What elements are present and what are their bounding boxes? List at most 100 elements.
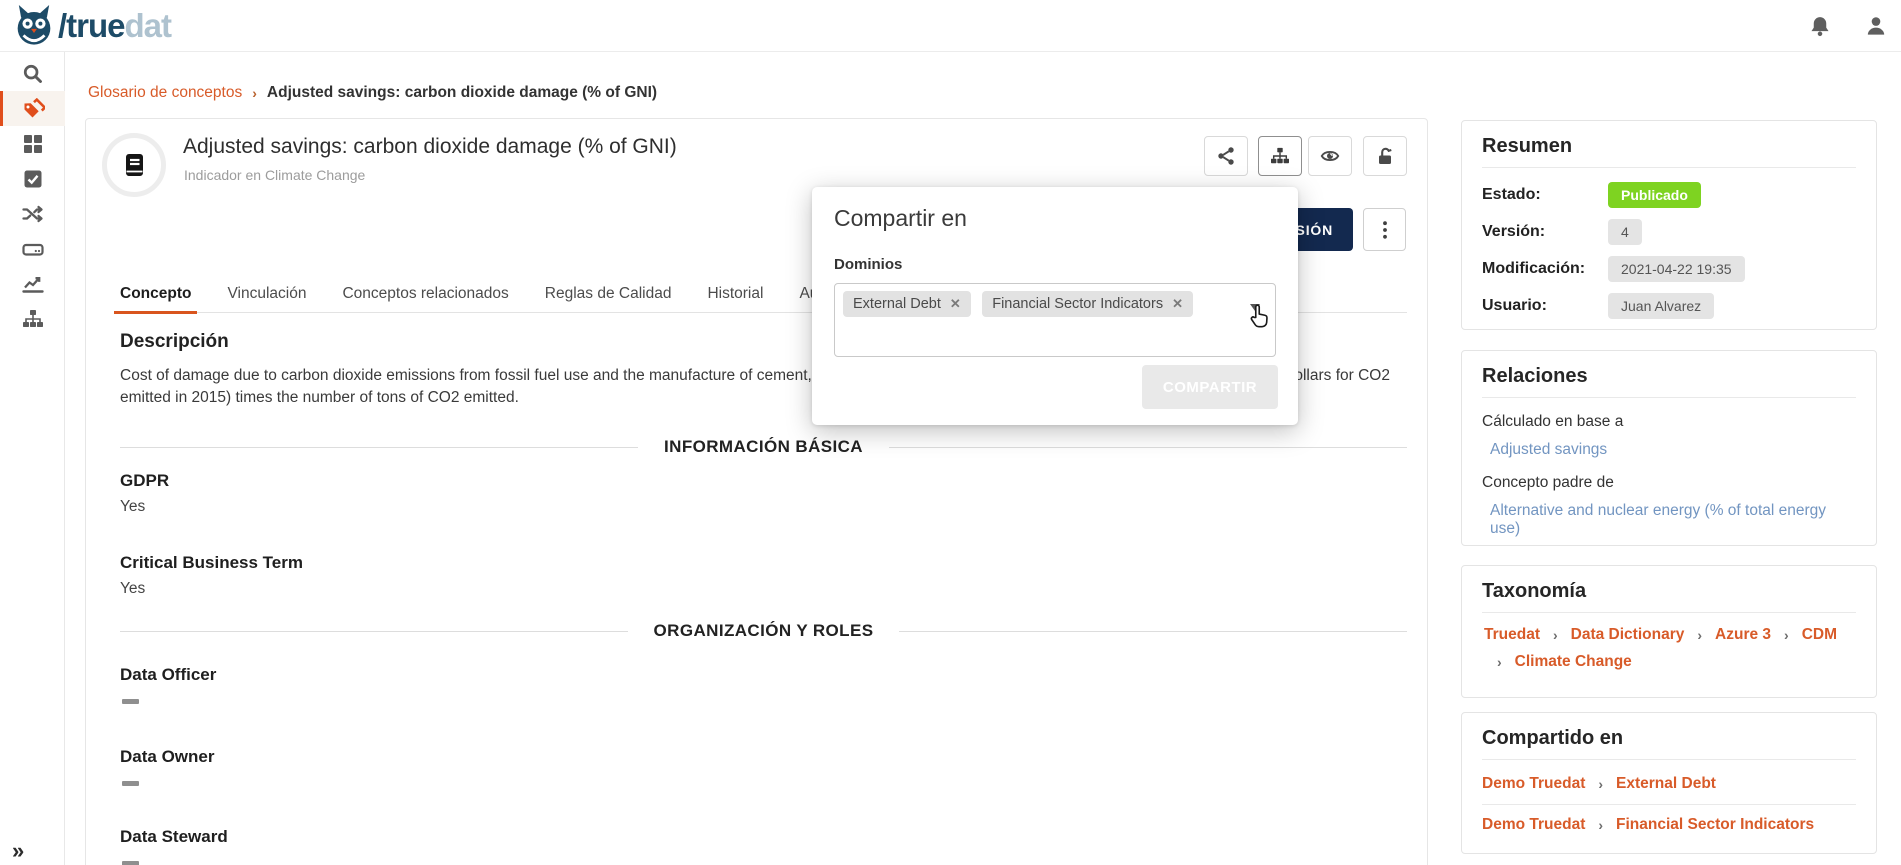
sidebar-item-systems[interactable] [0,231,65,266]
page-title: Adjusted savings: carbon dioxide damage … [183,135,677,159]
user-badge: Juan Alvarez [1608,293,1714,319]
divider-line [120,447,638,448]
notifications-bell-icon[interactable] [1806,12,1834,40]
shared-in-panel: Compartido en Demo Truedat › External De… [1461,712,1877,854]
top-bar: /truedat [0,0,1901,52]
status-label: Estado: [1482,186,1608,204]
tab-concepto[interactable]: Concepto [120,285,191,312]
shared-row: Demo Truedat › External Debt [1482,764,1856,804]
summary-panel: Resumen Estado: Publicado Versión: 4 Mod… [1461,120,1877,330]
share-modal: Compartir en Dominios External Debt ✕ Fi… [812,187,1298,425]
unlock-button[interactable] [1363,136,1407,176]
role-label-data-officer: Data Officer [120,665,216,685]
taxonomy-link-data-dictionary[interactable]: Data Dictionary [1571,626,1685,644]
share-icon [1216,146,1236,166]
taxonomy-link-cdm[interactable]: CDM [1802,626,1837,644]
section-title-basic-info: INFORMACIÓN BÁSICA [664,437,863,457]
divider-line [899,631,1407,632]
shared-parent-link[interactable]: Demo Truedat [1482,816,1585,834]
role-label-data-owner: Data Owner [120,747,214,767]
unlock-icon [1375,146,1395,166]
parent-concept-link[interactable]: Alternative and nuclear energy (% of tot… [1490,502,1856,538]
version-label: Versión: [1482,223,1608,241]
tag-label: Financial Sector Indicators [992,296,1163,312]
shared-domain-link[interactable]: Financial Sector Indicators [1616,816,1814,834]
share-modal-title: Compartir en [834,205,1276,232]
field-value-gdpr: Yes [120,498,145,516]
sidebar-item-lineage[interactable] [0,196,65,231]
user-label: Usuario: [1482,297,1608,315]
chevron-right-icon: › [1553,627,1558,643]
share-button[interactable] [1204,136,1248,176]
taxonomy-link-azure-3[interactable]: Azure 3 [1715,626,1771,644]
taxonomy-panel-title: Taxonomía [1482,580,1856,613]
domains-field-label: Dominios [834,256,1276,273]
taxonomy-link-climate-change[interactable]: Climate Change [1515,653,1632,671]
description-heading: Descripción [120,331,229,353]
modified-label: Modificación: [1482,260,1608,278]
sidebar-item-quality[interactable] [0,161,65,196]
calculated-from-label: Cálculado en base a [1482,413,1856,431]
shared-row: Demo Truedat › Financial Sector Indicato… [1482,804,1856,845]
tab-historial[interactable]: Historial [707,285,763,312]
watch-button[interactable] [1308,136,1352,176]
selected-domain-tag: External Debt ✕ [843,291,971,317]
grid-icon [23,134,43,154]
domains-multiselect-input[interactable]: External Debt ✕ Financial Sector Indicat… [834,283,1276,357]
sidebar-item-glossary[interactable] [0,91,65,126]
breadcrumb-current: Adjusted savings: carbon dioxide damage … [267,84,657,102]
sidebar-item-search[interactable] [0,56,65,91]
user-profile-icon[interactable] [1862,12,1890,40]
relations-panel-title: Relaciones [1482,365,1856,398]
field-label-gdpr: GDPR [120,471,169,491]
section-org-roles: ORGANIZACIÓN Y ROLES [120,621,1407,641]
section-title-org-roles: ORGANIZACIÓN Y ROLES [654,621,874,641]
more-actions-button[interactable] [1363,208,1406,251]
modified-badge: 2021-04-22 19:35 [1608,256,1745,282]
parent-concept-label: Concepto padre de [1482,474,1856,492]
version-badge: 4 [1608,219,1642,245]
divider-line [120,631,628,632]
tab-reglas-de-calidad[interactable]: Reglas de Calidad [545,285,672,312]
dropdown-caret-icon[interactable] [1250,304,1260,311]
shared-parent-link[interactable]: Demo Truedat [1482,775,1585,793]
owl-logo-icon [14,5,54,47]
section-basic-info: INFORMACIÓN BÁSICA [120,437,1407,457]
role-label-data-steward: Data Steward [120,827,228,847]
field-value-critical-business-term: Yes [120,580,145,598]
shuffle-icon [22,204,44,224]
chevron-right-icon: › [1784,627,1789,643]
selected-domain-tag: Financial Sector Indicators ✕ [982,291,1193,317]
taxonomy-link-truedat[interactable]: Truedat [1484,626,1540,644]
left-nav-sidebar: » [0,52,65,865]
divider-line [889,447,1407,448]
calculated-from-link[interactable]: Adjusted savings [1490,441,1856,459]
shared-domain-link[interactable]: External Debt [1616,775,1716,793]
tab-conceptos-relacionados[interactable]: Conceptos relacionados [342,285,508,312]
remove-tag-icon[interactable]: ✕ [950,296,961,312]
server-icon [22,239,44,259]
check-square-icon [23,169,43,189]
empty-value-dash [122,861,139,865]
app-window: /truedat [0,0,1901,865]
summary-panel-title: Resumen [1482,135,1856,168]
truedat-logo[interactable]: /truedat [14,5,171,47]
sidebar-item-taxonomy[interactable] [0,301,65,336]
tab-vinculacion[interactable]: Vinculación [227,285,306,312]
logo-wordmark: /truedat [58,7,171,45]
book-icon [118,149,150,181]
shared-in-panel-title: Compartido en [1482,727,1856,760]
hierarchy-button[interactable] [1258,136,1302,176]
eye-icon [1319,146,1341,166]
remove-tag-icon[interactable]: ✕ [1172,296,1183,312]
chevron-right-icon: › [1697,627,1702,643]
chevron-right-icon: › [1497,654,1502,670]
share-submit-button[interactable]: COMPARTIR [1142,365,1278,409]
sidebar-expand-chevrons[interactable]: » [12,838,24,864]
field-label-critical-business-term: Critical Business Term [120,553,303,573]
search-icon [22,63,43,84]
sidebar-item-dashboards[interactable] [0,266,65,301]
sitemap-icon [1270,147,1290,165]
sidebar-item-structures[interactable] [0,126,65,161]
breadcrumb-glossary-link[interactable]: Glosario de conceptos [88,84,242,102]
